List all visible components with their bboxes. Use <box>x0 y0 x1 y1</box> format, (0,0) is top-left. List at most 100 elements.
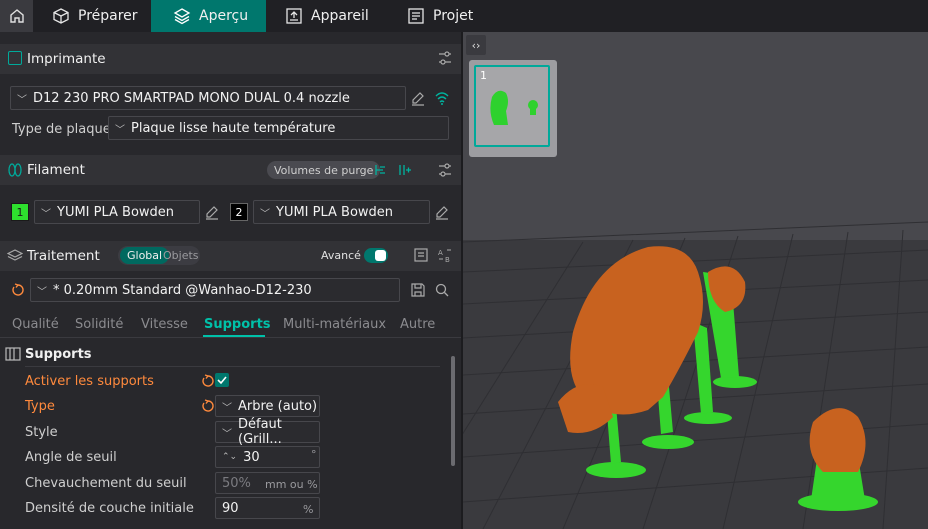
tab-label: Appareil <box>311 8 369 24</box>
filament-slot-1-badge[interactable]: 1 <box>11 203 29 221</box>
home-button[interactable] <box>0 0 33 32</box>
plate-type-label: Type de plaque <box>12 122 111 137</box>
home-icon <box>9 9 24 23</box>
3d-viewport[interactable]: ‹› 1 <box>463 32 928 529</box>
search-icon[interactable] <box>434 282 450 298</box>
reset-icon[interactable] <box>11 283 25 297</box>
purge-volumes-button[interactable]: Volumes de purge <box>267 161 381 179</box>
enable-supports-checkbox[interactable] <box>215 373 229 387</box>
process-section-title: Traitement <box>27 248 100 264</box>
collapse-panel-button[interactable]: ‹› <box>466 35 486 55</box>
filament-slot-2-badge[interactable]: 2 <box>230 203 248 221</box>
tab-projet[interactable]: Projet <box>407 0 487 32</box>
enable-supports-label: Activer les supports <box>25 374 154 389</box>
slot-number: 1 <box>16 205 24 219</box>
edit-icon[interactable] <box>410 90 426 106</box>
chevron-left-right-icon: ‹› <box>471 38 481 52</box>
plate-number: 1 <box>480 69 487 82</box>
chevron-down-icon: ﹀ <box>115 124 125 136</box>
chevron-down-icon: ﹀ <box>41 208 51 220</box>
threshold-overlap-label: Chevauchement du seuil <box>25 476 187 491</box>
threshold-overlap-value: 50% <box>222 475 251 491</box>
printer-section-title: Imprimante <box>27 51 106 67</box>
tab-label: Aperçu <box>199 8 249 24</box>
subtab-qualite[interactable]: Qualité <box>12 317 59 332</box>
support-type-select[interactable]: ﹀ Arbre (auto) <box>215 395 320 417</box>
threshold-angle-value: 30 <box>243 449 260 465</box>
panel-scrollbar[interactable] <box>451 356 455 466</box>
wifi-icon[interactable] <box>434 90 450 106</box>
chevron-down-icon: ﹀ <box>37 286 47 298</box>
reset-icon[interactable] <box>201 374 215 388</box>
slot-number: 2 <box>235 205 243 219</box>
chevron-down-icon: ﹀ <box>260 208 270 220</box>
toggle-knob <box>375 250 386 261</box>
chevron-down-icon: ﹀ <box>222 402 232 414</box>
save-icon[interactable] <box>410 282 426 298</box>
printer-select[interactable]: ﹀ D12 230 PRO SMARTPAD MONO DUAL 0.4 noz… <box>10 86 406 110</box>
chevron-down-icon: ﹀ <box>222 428 232 440</box>
support-style-label: Style <box>25 425 58 440</box>
printer-name: D12 230 PRO SMARTPAD MONO DUAL 0.4 nozzl… <box>33 90 350 106</box>
remove-filament-icon[interactable] <box>371 162 387 178</box>
initial-layer-density-value: 90 <box>222 500 239 516</box>
tab-label: Préparer <box>78 8 138 24</box>
subtab-autre[interactable]: Autre <box>400 317 435 332</box>
supports-icon <box>5 347 21 361</box>
support-style-value: Défaut (Grill... <box>238 417 282 447</box>
advanced-toggle[interactable] <box>364 248 388 263</box>
subtab-vitesse[interactable]: Vitesse <box>141 317 188 332</box>
subtab-supports[interactable]: Supports <box>204 317 271 332</box>
plate-thumbnail[interactable]: 1 <box>469 60 557 157</box>
cube-icon <box>53 8 69 24</box>
purge-volumes-label: Volumes de purge <box>274 163 374 177</box>
reset-icon[interactable] <box>201 399 215 413</box>
layers-icon <box>7 249 23 261</box>
advanced-label: Avancé <box>321 249 361 262</box>
support-type-value: Arbre (auto) <box>238 398 318 414</box>
svg-text:A: A <box>438 249 443 257</box>
filament-2-select[interactable]: ﹀ YUMI PLA Bowden <box>253 200 430 224</box>
tab-label: Projet <box>433 8 474 24</box>
layers-icon <box>173 8 191 25</box>
scope-global-option[interactable]: Global <box>120 247 170 264</box>
filament-1-name: YUMI PLA Bowden <box>57 204 175 220</box>
plate-type-select[interactable]: ﹀ Plaque lisse haute température <box>108 116 449 140</box>
support-type-label: Type <box>25 399 55 414</box>
supports-group-title: Supports <box>25 347 92 362</box>
divider <box>0 337 461 338</box>
threshold-overlap-unit: mm ou % <box>265 478 318 491</box>
tab-appareil[interactable]: Appareil <box>285 0 385 32</box>
threshold-angle-input[interactable]: ⌃⌄ 30 <box>215 446 320 468</box>
tab-preparer[interactable]: Préparer <box>52 0 148 32</box>
plate-thumbnail-frame: 1 <box>474 65 550 147</box>
scope-objects-option[interactable]: Objets <box>163 249 199 262</box>
initial-layer-density-label: Densité de couche initiale <box>25 501 194 516</box>
scope-global-label: Global <box>127 249 163 262</box>
settings-sliders-icon[interactable] <box>437 50 453 66</box>
subtab-solidite[interactable]: Solidité <box>75 317 123 332</box>
svg-text:B: B <box>445 256 450 263</box>
tab-apercu[interactable]: Aperçu <box>151 0 266 32</box>
settings-sliders-icon[interactable] <box>437 162 453 178</box>
add-filament-icon[interactable] <box>396 162 412 178</box>
project-icon <box>408 8 424 24</box>
process-profile-name: * 0.20mm Standard @Wanhao-D12-230 <box>53 282 312 298</box>
filament-section-title: Filament <box>27 162 85 178</box>
initial-layer-density-unit: % <box>303 503 314 516</box>
filament-2-name: YUMI PLA Bowden <box>276 204 394 220</box>
chevron-down-icon: ﹀ <box>17 94 27 106</box>
process-profile-select[interactable]: ﹀ * 0.20mm Standard @Wanhao-D12-230 <box>30 278 400 302</box>
filament-1-select[interactable]: ﹀ YUMI PLA Bowden <box>34 200 200 224</box>
edit-icon[interactable] <box>204 204 220 220</box>
subtab-multi-materiaux[interactable]: Multi-matériaux <box>283 317 386 332</box>
edit-icon[interactable] <box>434 204 450 220</box>
stepper-icon[interactable]: ⌃⌄ <box>222 452 237 462</box>
ab-compare-icon[interactable]: AB <box>437 247 453 263</box>
plate-type-value: Plaque lisse haute température <box>131 120 336 136</box>
plate-preview-image <box>490 90 538 125</box>
printer-icon <box>8 51 22 65</box>
device-icon <box>286 8 302 24</box>
compare-icon[interactable] <box>413 247 429 263</box>
support-style-select[interactable]: ﹀ Défaut (Grill... <box>215 417 320 447</box>
